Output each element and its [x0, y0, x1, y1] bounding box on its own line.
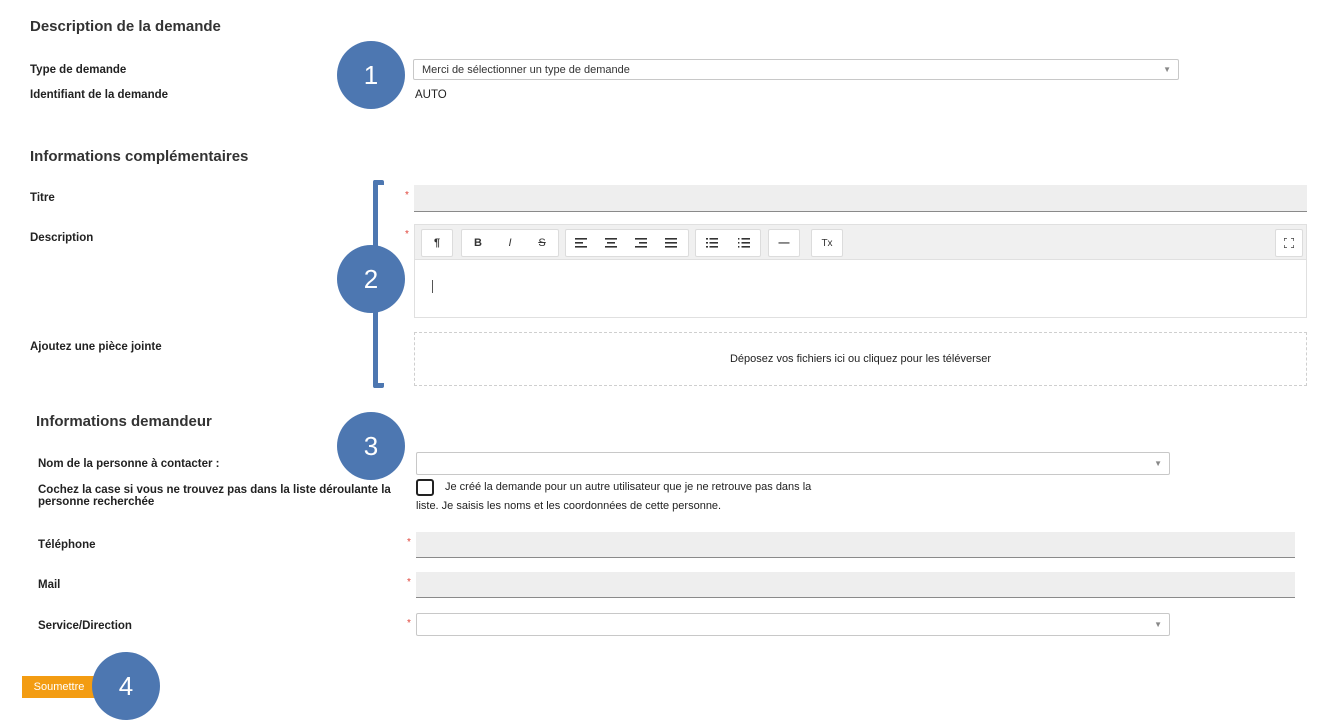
file-dropzone[interactable]: Déposez vos fichiers ici ou cliquez pour…	[414, 332, 1307, 386]
section-title-description: Description de la demande	[30, 18, 221, 35]
required-mark: *	[407, 577, 411, 588]
title-label: Titre	[30, 192, 55, 204]
text-style-group: B I S	[461, 229, 559, 257]
section-title-complementary: Informations complémentaires	[30, 148, 249, 165]
list-group	[695, 229, 761, 257]
phone-label: Téléphone	[38, 539, 96, 551]
checkbox-text-line1: Je créé la demande pour un autre utilisa…	[445, 481, 812, 493]
fullscreen-icon	[1276, 230, 1302, 256]
chevron-down-icon: ▼	[1154, 459, 1162, 468]
id-label: Identifiant de la demande	[30, 89, 169, 101]
horizontal-rule-button[interactable]: —	[768, 229, 800, 257]
callout-2: 2	[337, 245, 405, 313]
id-value: AUTO	[415, 89, 447, 101]
mail-input[interactable]	[416, 572, 1295, 598]
strikethrough-button[interactable]: S	[526, 230, 558, 256]
editor-toolbar: ¶ B I S — Tx	[414, 224, 1307, 260]
align-right-icon	[635, 238, 647, 248]
description-label: Description	[30, 232, 94, 244]
checkbox-text-line2: liste. Je saisis les noms et les coordon…	[416, 500, 722, 512]
type-select-value: Merci de sélectionner un type de demande	[422, 64, 630, 76]
required-mark: *	[407, 537, 411, 548]
attachment-label: Ajoutez une pièce jointe	[30, 341, 162, 353]
paragraph-format-button[interactable]: ¶	[421, 229, 453, 257]
service-select[interactable]: ▼	[416, 613, 1170, 636]
callout-1: 1	[337, 41, 405, 109]
required-mark: *	[405, 190, 409, 201]
align-right-button[interactable]	[626, 230, 656, 256]
submit-button[interactable]: Soumettre	[22, 676, 96, 698]
chevron-down-icon: ▼	[1163, 65, 1171, 74]
numbered-list-icon	[738, 238, 750, 248]
horizontal-rule-icon: —	[778, 237, 790, 249]
contact-label: Nom de la personne à contacter :	[38, 458, 220, 470]
required-mark: *	[405, 229, 409, 240]
chevron-down-icon: ▼	[1154, 620, 1162, 629]
text-cursor	[432, 280, 433, 293]
align-center-icon	[605, 238, 617, 248]
align-justify-button[interactable]	[656, 230, 686, 256]
fullscreen-button[interactable]	[1275, 229, 1303, 257]
align-center-button[interactable]	[596, 230, 626, 256]
other-user-checkbox[interactable]	[416, 479, 434, 496]
callout-3: 3	[337, 412, 405, 480]
bullet-list-icon	[706, 238, 718, 248]
description-editor[interactable]	[414, 260, 1307, 318]
contact-select[interactable]: ▼	[416, 452, 1170, 475]
phone-input[interactable]	[416, 532, 1295, 558]
paragraph-icon: ¶	[433, 237, 441, 249]
callout-4: 4	[92, 652, 160, 720]
service-label: Service/Direction	[38, 620, 132, 632]
clear-format-button[interactable]: Tx	[811, 229, 843, 257]
alignment-group	[565, 229, 689, 257]
title-input[interactable]	[414, 185, 1307, 212]
required-mark: *	[407, 618, 411, 629]
align-left-button[interactable]	[566, 230, 596, 256]
type-label: Type de demande	[30, 64, 127, 76]
bullet-list-button[interactable]	[696, 230, 728, 256]
bold-button[interactable]: B	[462, 230, 494, 256]
align-justify-icon	[665, 238, 677, 248]
mail-label: Mail	[38, 579, 61, 591]
checkbox-label: Cochez la case si vous ne trouvez pas da…	[38, 484, 391, 508]
section-title-requester: Informations demandeur	[36, 413, 212, 430]
type-select[interactable]: Merci de sélectionner un type de demande…	[413, 59, 1179, 80]
italic-button[interactable]: I	[494, 230, 526, 256]
numbered-list-button[interactable]	[728, 230, 760, 256]
align-left-icon	[575, 238, 587, 248]
clear-format-icon: Tx	[821, 237, 833, 249]
